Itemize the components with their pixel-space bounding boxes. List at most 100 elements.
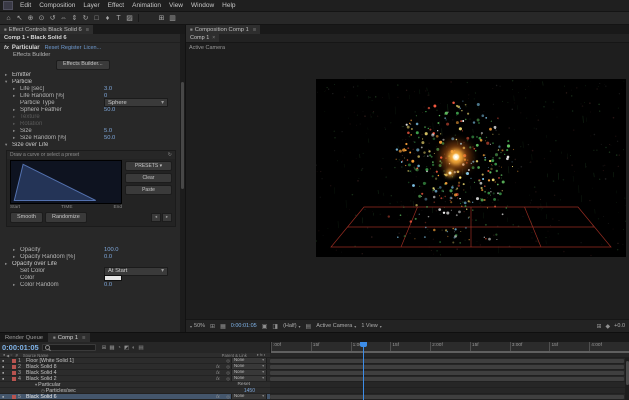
- property-value[interactable]: 5.0: [104, 128, 112, 134]
- color-swatch[interactable]: [104, 275, 122, 282]
- zoom-dropdown[interactable]: ▾50%: [190, 323, 205, 329]
- fx-badge-icon[interactable]: fx: [4, 45, 9, 51]
- scrollbar-thumb[interactable]: [181, 82, 184, 189]
- layer-name[interactable]: Black Solid 8: [26, 364, 206, 370]
- shy-layers-icon[interactable]: ◔: [118, 345, 121, 351]
- composition-canvas[interactable]: [316, 79, 626, 257]
- size-over-life-graph[interactable]: [10, 160, 122, 204]
- twirl-icon[interactable]: ▸: [13, 93, 20, 99]
- effect-property-row[interactable]: ▸ Color Random 0.0: [0, 282, 185, 289]
- exposure-value[interactable]: +0.0: [614, 323, 625, 329]
- region-of-interest-icon[interactable]: ▤: [306, 323, 312, 330]
- close-icon[interactable]: ×: [212, 35, 215, 41]
- eye-icon[interactable]: ●: [2, 395, 10, 399]
- property-value[interactable]: 100.0: [104, 247, 119, 253]
- playhead-line[interactable]: [363, 342, 364, 400]
- preview-timecode[interactable]: 0:00:01:05: [231, 323, 257, 329]
- tab-effect-controls[interactable]: ■ Effect Controls Black Solid 6 ≡: [0, 25, 93, 34]
- effect-property-row[interactable]: ▸ Size 5.0: [0, 127, 185, 134]
- layer-name[interactable]: Particles/sec: [46, 388, 239, 394]
- pan-camera-tool-icon[interactable]: ⇔: [58, 13, 69, 24]
- dolly-camera-tool-icon[interactable]: ⇕: [69, 13, 80, 24]
- twirl-icon[interactable]: ▸: [5, 261, 12, 267]
- menu-effect[interactable]: Effect: [104, 2, 129, 9]
- scrollbar-thumb[interactable]: [626, 361, 629, 385]
- layer-name[interactable]: Black Solid 6: [26, 394, 206, 400]
- layer-name[interactable]: Particular: [38, 382, 237, 388]
- layer-duration-bar[interactable]: [270, 395, 624, 399]
- menu-help[interactable]: Help: [218, 2, 239, 9]
- paste-button[interactable]: Paste: [125, 185, 172, 195]
- layer-name[interactable]: Floor [White Solid 1]: [26, 358, 206, 364]
- randomize-button[interactable]: Randomize: [45, 212, 87, 223]
- layer-duration-bar[interactable]: [270, 359, 624, 363]
- parent-link-dropdown[interactable]: ◎ None▾: [226, 358, 267, 364]
- snapping-icon[interactable]: ⊞: [156, 13, 167, 24]
- menu-composition[interactable]: Composition: [35, 2, 79, 9]
- smooth-button[interactable]: Smooth: [10, 212, 43, 223]
- fx-switch[interactable]: fx: [216, 370, 226, 375]
- selection-tool-icon[interactable]: ↖: [14, 13, 25, 24]
- resolution-dropdown[interactable]: (Half)▾: [283, 323, 300, 329]
- tab-composition[interactable]: ■ Composition Comp 1 ≡: [186, 25, 260, 34]
- time-ruler[interactable]: :00f15f1:00f15f2:00f15f3:00f15f4:00f: [270, 342, 629, 353]
- curve-next-button[interactable]: ▸: [162, 213, 172, 222]
- effect-property-row[interactable]: ▸ Rotation: [0, 120, 185, 127]
- effects-builder-button[interactable]: Effects Builder...: [56, 60, 110, 71]
- layer-duration-bar[interactable]: [270, 371, 624, 375]
- twirl-icon[interactable]: ◷: [41, 388, 45, 394]
- eye-icon[interactable]: ●: [2, 359, 10, 363]
- mask-tool-icon[interactable]: □: [91, 13, 102, 24]
- pickwhip-icon[interactable]: ◎: [226, 376, 230, 382]
- menu-animation[interactable]: Animation: [128, 2, 165, 9]
- fx-switch[interactable]: fx: [216, 394, 226, 399]
- refresh-icon[interactable]: ↻: [168, 152, 172, 158]
- effect-property-row[interactable]: ▸ Opacity 100.0: [0, 247, 185, 254]
- brush-tool-icon[interactable]: ▨: [124, 13, 135, 24]
- twirl-icon[interactable]: ▸: [13, 282, 20, 288]
- panel-menu-icon[interactable]: ≡: [86, 27, 89, 33]
- property-value[interactable]: 3.0: [104, 86, 112, 92]
- parent-link-dropdown[interactable]: ◎ None▾: [226, 394, 267, 400]
- label-color-chip[interactable]: [12, 371, 16, 375]
- menu-edit[interactable]: Edit: [16, 2, 35, 9]
- label-color-chip[interactable]: [12, 395, 16, 399]
- parent-link-dropdown[interactable]: ◎ None▾: [226, 370, 267, 376]
- effect-property-row[interactable]: ▸ Emitter: [0, 71, 185, 78]
- workspace-icon[interactable]: ▥: [167, 13, 178, 24]
- twirl-icon[interactable]: ▸: [13, 128, 20, 134]
- clear-button[interactable]: Clear: [125, 173, 172, 183]
- effect-property-row[interactable]: ▸ Opacity Random [%] 0.0: [0, 254, 185, 261]
- show-channel-icon[interactable]: ◨: [272, 323, 278, 330]
- property-value[interactable]: 50.0: [104, 135, 115, 141]
- twirl-icon[interactable]: ▾: [5, 142, 12, 148]
- eye-icon[interactable]: ●: [2, 371, 10, 375]
- twirl-icon[interactable]: ▸: [13, 121, 20, 127]
- draft-3d-icon[interactable]: ▦: [109, 345, 114, 351]
- effect-property-row[interactable]: ▸ Texture: [0, 113, 185, 120]
- twirl-icon[interactable]: ▸: [13, 107, 20, 113]
- flowchart-icon[interactable]: ⊞: [102, 345, 107, 351]
- layer-name[interactable]: Black Solid 2: [26, 376, 206, 382]
- effect-property-row[interactable]: ▸ Size Random [%] 50.0: [0, 134, 185, 141]
- twirl-icon[interactable]: ▾: [5, 79, 12, 85]
- eye-icon[interactable]: ●: [2, 365, 10, 369]
- menu-view[interactable]: View: [165, 2, 187, 9]
- label-color-chip[interactable]: [12, 377, 16, 381]
- playhead-handle[interactable]: [360, 342, 367, 347]
- pickwhip-icon[interactable]: ◎: [226, 358, 230, 364]
- composition-viewer[interactable]: Active Camera: [186, 43, 629, 319]
- work-area-bar[interactable]: [271, 351, 629, 353]
- eye-icon[interactable]: ●: [2, 377, 10, 381]
- orbit-camera-tool-icon[interactable]: ↺: [47, 13, 58, 24]
- property-value[interactable]: 50.0: [104, 107, 115, 113]
- effect-property-row[interactable]: Set Color At Start▾: [0, 268, 185, 275]
- parent-link-dropdown[interactable]: ◎ None▾: [226, 376, 267, 382]
- source-name-header[interactable]: Source Name: [23, 353, 49, 358]
- type-tool-icon[interactable]: T: [113, 13, 124, 24]
- twirl-icon[interactable]: ▸: [5, 72, 12, 78]
- hand-tool-icon[interactable]: ⊕: [25, 13, 36, 24]
- register-link[interactable]: Register: [61, 45, 81, 51]
- frame-blend-icon[interactable]: ◩: [124, 345, 129, 351]
- zoom-tool-icon[interactable]: ⊙: [36, 13, 47, 24]
